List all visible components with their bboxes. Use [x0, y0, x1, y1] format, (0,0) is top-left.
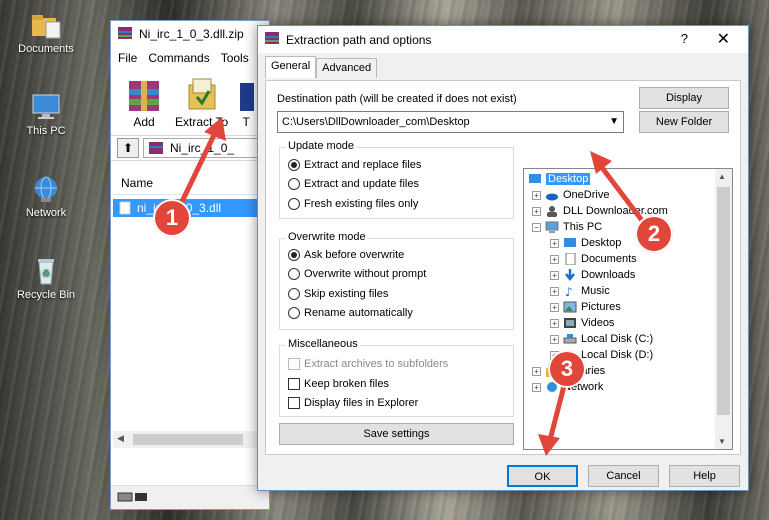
annotation-step-3: 3	[548, 350, 586, 388]
annotation-arrows	[175, 117, 653, 456]
annotation-step-1: 1	[153, 199, 191, 237]
annotation-step-2: 2	[635, 215, 673, 253]
